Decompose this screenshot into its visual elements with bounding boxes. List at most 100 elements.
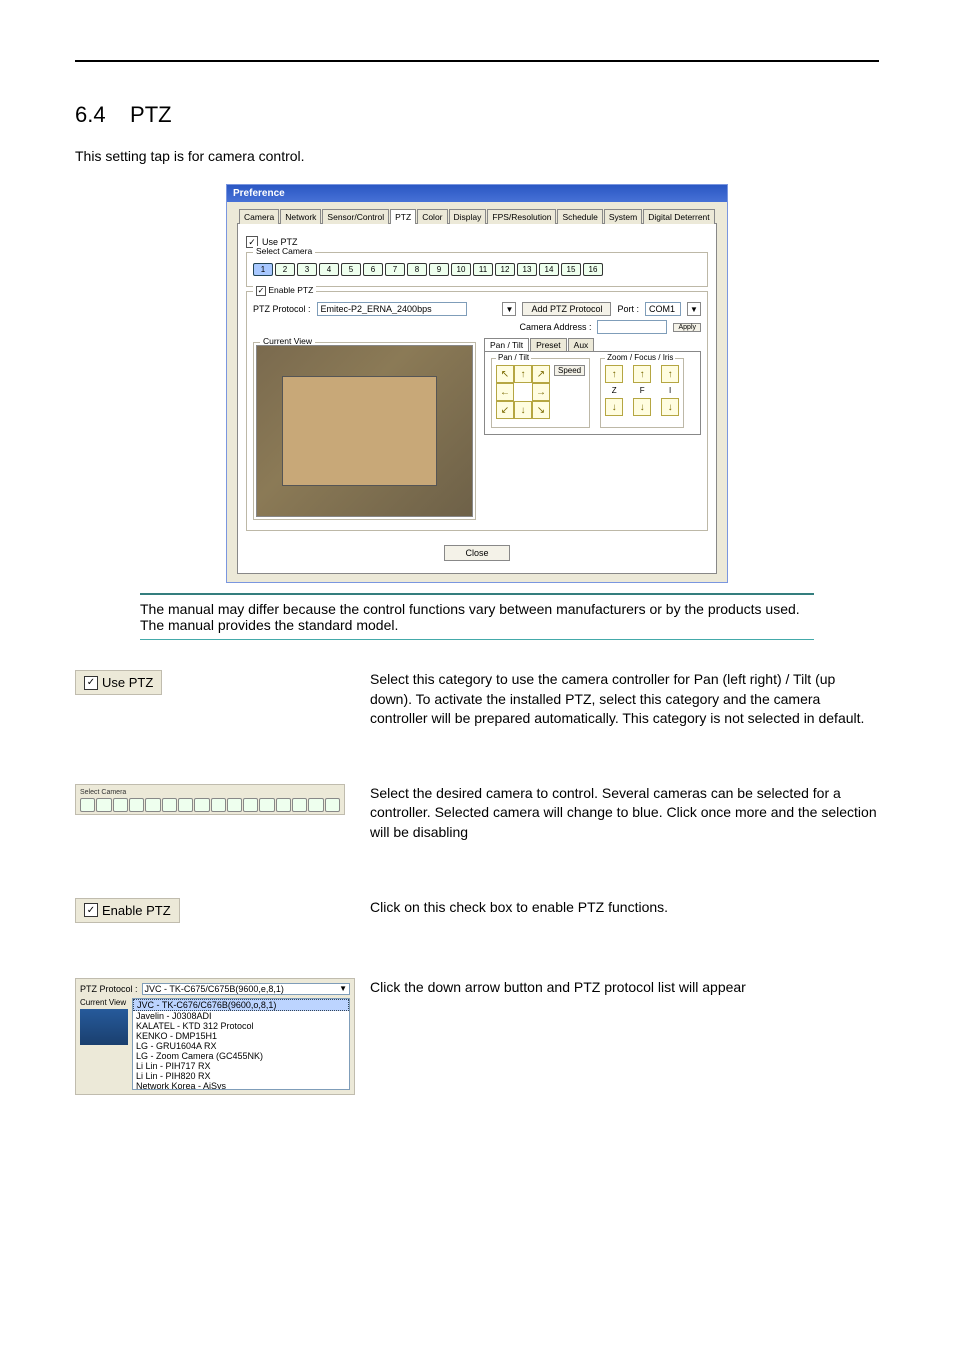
arrow-center	[514, 383, 530, 399]
arrow-down-icon[interactable]: ↓	[514, 401, 532, 419]
list-item[interactable]: KENKO - DMP15H1	[133, 1031, 349, 1041]
arrow-up-icon[interactable]: ↑	[514, 365, 532, 383]
port-input[interactable]	[645, 302, 681, 316]
intro-text: This setting tap is for camera control.	[75, 148, 879, 164]
list-item[interactable]: LG - Zoom Camera (GC455NK)	[133, 1051, 349, 1061]
port-label: Port :	[617, 304, 639, 314]
zoom-out-icon[interactable]: ↓	[605, 398, 623, 416]
camera-button-6[interactable]: 6	[363, 263, 383, 276]
mini-camera-button[interactable]	[80, 798, 95, 812]
tab-network[interactable]: Network	[280, 209, 321, 224]
section-name: PTZ	[130, 102, 172, 127]
arrow-up-left-icon[interactable]: ↖	[496, 365, 514, 383]
speed-button[interactable]: Speed	[554, 365, 585, 376]
mini-camera-button[interactable]	[145, 798, 160, 812]
camera-button-11[interactable]: 11	[473, 263, 493, 276]
mini-camera-button[interactable]	[243, 798, 258, 812]
list-item[interactable]: Li Lin - PIH820 RX	[133, 1071, 349, 1081]
camera-button-16[interactable]: 16	[583, 263, 603, 276]
mini-camera-button[interactable]	[308, 798, 323, 812]
list-item[interactable]: JVC - TK-C676/C676B(9600,o,8,1)	[133, 999, 349, 1011]
camera-button-2[interactable]: 2	[275, 263, 295, 276]
arrow-down-right-icon[interactable]: ↘	[532, 401, 550, 419]
inner-tab-aux[interactable]: Aux	[568, 338, 595, 351]
ptz-protocol-label: PTZ Protocol :	[253, 304, 311, 314]
apply-button[interactable]: Apply	[673, 323, 701, 332]
enable-ptz-fieldset: ✓ Enable PTZ PTZ Protocol : ▼ Add PTZ Pr…	[246, 291, 708, 531]
enable-ptz-checkbox[interactable]: ✓	[256, 286, 266, 296]
camera-button-8[interactable]: 8	[407, 263, 427, 276]
select-camera-chip-label: Select Camera	[80, 789, 340, 796]
camera-button-5[interactable]: 5	[341, 263, 361, 276]
camera-button-3[interactable]: 3	[297, 263, 317, 276]
chevron-down-icon[interactable]: ▼	[687, 302, 701, 316]
camera-button-1[interactable]: 1	[253, 263, 273, 276]
mini-camera-button[interactable]	[292, 798, 307, 812]
enable-ptz-chip: ✓ Enable PTZ	[75, 898, 180, 923]
add-ptz-protocol-button[interactable]: Add PTZ Protocol	[522, 302, 611, 316]
list-item[interactable]: Network Korea - AiSys	[133, 1081, 349, 1090]
chevron-down-icon[interactable]: ▼	[502, 302, 516, 316]
mini-camera-button[interactable]	[96, 798, 111, 812]
iris-close-icon[interactable]: ↓	[661, 398, 679, 416]
enable-ptz-chip-label: Enable PTZ	[102, 903, 171, 918]
mini-camera-button[interactable]	[194, 798, 209, 812]
arrow-down-left-icon[interactable]: ↙	[496, 401, 514, 419]
mini-camera-button[interactable]	[211, 798, 226, 812]
arrow-up-right-icon[interactable]: ↗	[532, 365, 550, 383]
tab-ptz[interactable]: PTZ	[390, 209, 416, 224]
select-camera-legend: Select Camera	[253, 246, 315, 256]
camera-button-4[interactable]: 4	[319, 263, 339, 276]
inner-tab-preset[interactable]: Preset	[530, 338, 567, 351]
tab-camera[interactable]: Camera	[239, 209, 279, 224]
enable-ptz-chip-checkbox[interactable]: ✓	[84, 903, 98, 917]
mini-camera-button[interactable]	[276, 798, 291, 812]
section-title: 6.4 PTZ	[75, 102, 879, 128]
iris-open-icon[interactable]: ↑	[661, 365, 679, 383]
enable-ptz-label: Enable PTZ	[268, 285, 313, 295]
focus-out-icon[interactable]: ↓	[633, 398, 651, 416]
dialog-title: Preference	[227, 185, 727, 202]
use-ptz-chip-label: Use PTZ	[102, 675, 153, 690]
list-item[interactable]: KALATEL - KTD 312 Protocol	[133, 1021, 349, 1031]
focus-in-icon[interactable]: ↑	[633, 365, 651, 383]
chevron-down-icon[interactable]: ▼	[339, 984, 347, 993]
mini-camera-button[interactable]	[325, 798, 340, 812]
mini-camera-button[interactable]	[227, 798, 242, 812]
camera-button-7[interactable]: 7	[385, 263, 405, 276]
arrow-left-icon[interactable]: ←	[496, 383, 514, 401]
use-ptz-chip-checkbox[interactable]: ✓	[84, 676, 98, 690]
tab-schedule[interactable]: Schedule	[557, 209, 602, 224]
camera-button-15[interactable]: 15	[561, 263, 581, 276]
mini-camera-button[interactable]	[259, 798, 274, 812]
tab-color[interactable]: Color	[417, 209, 447, 224]
zoom-in-icon[interactable]: ↑	[605, 365, 623, 383]
close-button[interactable]: Close	[444, 545, 509, 561]
focus-label: F	[640, 386, 645, 395]
inner-tab-pantilt[interactable]: Pan / Tilt	[484, 338, 529, 351]
camera-button-14[interactable]: 14	[539, 263, 559, 276]
mini-camera-button[interactable]	[129, 798, 144, 812]
tab-system[interactable]: System	[604, 209, 642, 224]
camera-button-13[interactable]: 13	[517, 263, 537, 276]
mini-camera-button[interactable]	[113, 798, 128, 812]
tab-sensor-control[interactable]: Sensor/Control	[322, 209, 389, 224]
pan-tilt-legend: Pan / Tilt	[496, 353, 531, 362]
tab-digital-deterrent[interactable]: Digital Deterrent	[643, 209, 714, 224]
tab-display[interactable]: Display	[449, 209, 487, 224]
camera-address-input[interactable]	[597, 320, 667, 334]
list-item[interactable]: Li Lin - PIH717 RX	[133, 1061, 349, 1071]
camera-button-9[interactable]: 9	[429, 263, 449, 276]
camera-button-12[interactable]: 12	[495, 263, 515, 276]
tab-fps[interactable]: FPS/Resolution	[487, 209, 556, 224]
ptz-protocol-chip-label: PTZ Protocol :	[80, 984, 138, 994]
ptz-protocol-input[interactable]	[317, 302, 467, 316]
ptz-protocol-list[interactable]: JVC - TK-C676/C676B(9600,o,8,1) Javelin …	[132, 998, 350, 1090]
arrow-right-icon[interactable]: →	[532, 383, 550, 401]
select-camera-chip: Select Camera	[75, 784, 345, 815]
mini-camera-button[interactable]	[162, 798, 177, 812]
list-item[interactable]: LG - GRU1604A RX	[133, 1041, 349, 1051]
list-item[interactable]: Javelin - J0308ADI	[133, 1011, 349, 1021]
mini-camera-button[interactable]	[178, 798, 193, 812]
camera-button-10[interactable]: 10	[451, 263, 471, 276]
